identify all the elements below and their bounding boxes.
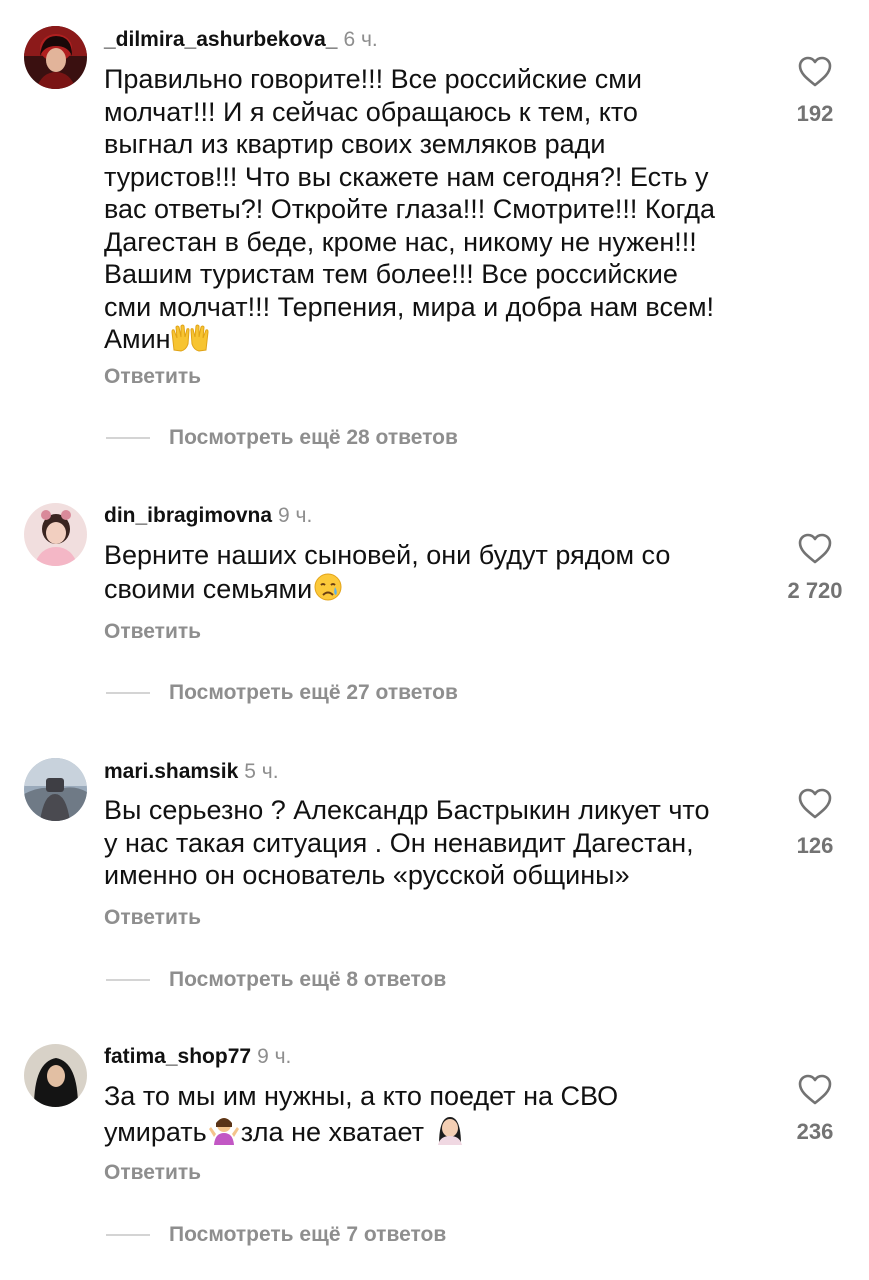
like-count: 192 xyxy=(796,101,834,126)
divider-line xyxy=(106,1234,150,1236)
heart-outline-icon[interactable] xyxy=(770,56,860,87)
reply-button[interactable]: Ответить xyxy=(104,620,201,644)
comment-body: Верните наших сыновей, они будут рядом с… xyxy=(104,540,671,604)
heart-outline-icon[interactable] xyxy=(770,788,860,819)
comment-text: Правильно говорите!!! Все российские сми… xyxy=(104,63,784,360)
timestamp: 6 ч. xyxy=(343,28,378,51)
reply-button[interactable]: Ответить xyxy=(104,365,201,389)
timestamp: 5 ч. xyxy=(244,760,279,783)
avatar[interactable] xyxy=(24,503,87,566)
username-link[interactable]: din_ibragimovna xyxy=(104,504,272,527)
comment-meta: mari.shamsik 5 ч. xyxy=(104,760,279,784)
like-area: 192 xyxy=(770,56,860,127)
comment-body: Вы серьезно ? Александр Бастрыкин ликует… xyxy=(104,795,710,890)
comment-body: Правильно говорите!!! Все российские сми… xyxy=(104,64,715,354)
reply-button[interactable]: Ответить xyxy=(104,1161,201,1185)
username-link[interactable]: fatima_shop77 xyxy=(104,1045,251,1068)
view-replies-label: Посмотреть ещё 7 ответов xyxy=(169,1223,447,1246)
comment-meta: _dilmira_ashurbekova_ 6 ч. xyxy=(104,28,378,52)
like-count: 236 xyxy=(796,1119,834,1144)
comment-text: Верните наших сыновей, они будут рядом с… xyxy=(104,539,784,609)
view-replies-link[interactable]: Посмотреть ещё 27 ответов xyxy=(106,680,458,706)
view-replies-link[interactable]: Посмотреть ещё 28 ответов xyxy=(106,425,458,451)
comment-body-line2b: зла не хватает xyxy=(240,1116,432,1147)
divider-line xyxy=(106,692,150,694)
comment-meta: din_ibragimovna 9 ч. xyxy=(104,504,312,528)
username-link[interactable]: _dilmira_ashurbekova_ xyxy=(104,28,337,51)
person-shrugging-emoji-icon xyxy=(207,1115,241,1153)
view-replies-label: Посмотреть ещё 28 ответов xyxy=(169,426,458,449)
crying-face-emoji-icon xyxy=(312,572,344,610)
heart-outline-icon[interactable] xyxy=(770,1074,860,1105)
view-replies-label: Посмотреть ещё 27 ответов xyxy=(169,681,458,704)
like-count: 126 xyxy=(796,833,834,858)
comment-meta: fatima_shop77 9 ч. xyxy=(104,1045,291,1069)
like-count: 2 720 xyxy=(787,578,843,603)
comment-text: За то мы им нужны, а кто поедет на СВО у… xyxy=(104,1080,784,1152)
divider-line xyxy=(106,979,150,981)
reply-button[interactable]: Ответить xyxy=(104,906,201,930)
like-area: 126 xyxy=(770,788,860,859)
timestamp: 9 ч. xyxy=(257,1045,292,1068)
view-replies-label: Посмотреть ещё 8 ответов xyxy=(169,968,447,991)
view-replies-link[interactable]: Посмотреть ещё 8 ответов xyxy=(106,967,446,993)
timestamp: 9 ч. xyxy=(278,504,313,527)
like-area: 236 xyxy=(770,1074,860,1145)
avatar[interactable] xyxy=(24,758,87,821)
comment-body-line1: За то мы им нужны, а кто поедет на СВО xyxy=(104,1081,619,1111)
heart-outline-icon[interactable] xyxy=(770,533,860,564)
view-replies-link[interactable]: Посмотреть ещё 7 ответов xyxy=(106,1222,446,1248)
face-palm-emoji-icon xyxy=(432,1113,468,1153)
avatar[interactable] xyxy=(24,1044,87,1107)
raising-hands-emoji-icon xyxy=(171,324,209,360)
comment-body-line2a: умирать xyxy=(104,1116,207,1147)
avatar[interactable] xyxy=(24,26,87,89)
like-area: 2 720 xyxy=(770,533,860,604)
username-link[interactable]: mari.shamsik xyxy=(104,760,238,783)
comment-text: Вы серьезно ? Александр Бастрыкин ликует… xyxy=(104,794,784,892)
divider-line xyxy=(106,437,150,439)
